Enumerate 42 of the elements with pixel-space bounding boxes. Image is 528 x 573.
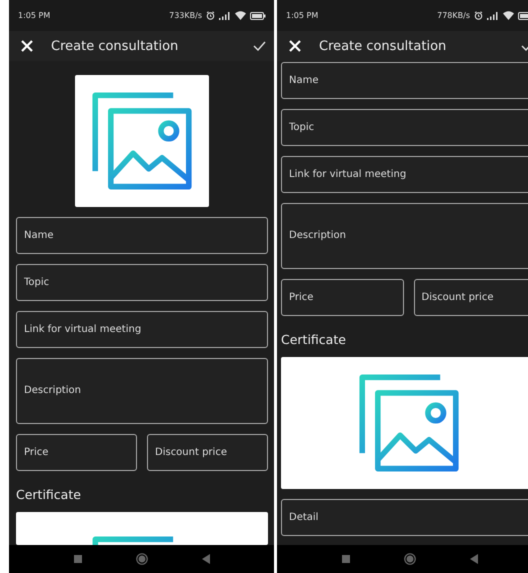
image-upload-card[interactable] [16,512,268,545]
text-field[interactable]: Topic [281,109,528,146]
status-time: 1:05 PM [286,11,318,20]
text-field[interactable]: Discount price [147,434,268,471]
network-speed: 778KB/s [437,11,470,20]
checkmark-icon [253,41,266,51]
text-field[interactable]: Name [16,217,268,254]
image-upload-card[interactable] [281,357,528,489]
text-field[interactable]: Topic [16,264,268,301]
section-heading: Certificate [281,332,347,347]
image-placeholder-icon [92,92,192,190]
screen-title: Create consultation [319,38,448,54]
screen-title: Create consultation [51,38,180,54]
text-field[interactable]: Price [16,434,137,471]
wifi-icon [503,11,514,20]
recents-button[interactable] [342,555,350,563]
recents-button[interactable] [74,555,82,563]
battery-icon [250,12,266,20]
alarm-icon [474,11,483,20]
image-upload-card[interactable] [75,75,209,207]
wifi-icon [235,11,246,20]
text-field[interactable]: Link for virtual meeting [16,311,268,348]
close-icon [289,40,301,52]
close-icon [21,40,33,52]
text-field[interactable]: Discount price [414,279,528,316]
home-button[interactable] [404,553,416,565]
back-button[interactable] [202,554,210,564]
status-time: 1:05 PM [18,11,50,20]
image-placeholder-icon [358,374,458,472]
home-button[interactable] [136,553,148,565]
alarm-icon [206,11,215,20]
text-field[interactable]: Price [281,279,404,316]
section-heading: Certificate [16,487,82,502]
network-speed: 733KB/s [169,11,202,20]
text-area[interactable]: Description [16,358,268,424]
text-field[interactable]: Link for virtual meeting [281,156,528,193]
signal-icon [487,12,499,20]
signal-icon [219,12,231,20]
back-button[interactable] [470,554,478,564]
text-field[interactable]: Detail [281,499,528,536]
text-field[interactable]: Name [281,62,528,99]
text-area[interactable]: Description [281,203,528,269]
